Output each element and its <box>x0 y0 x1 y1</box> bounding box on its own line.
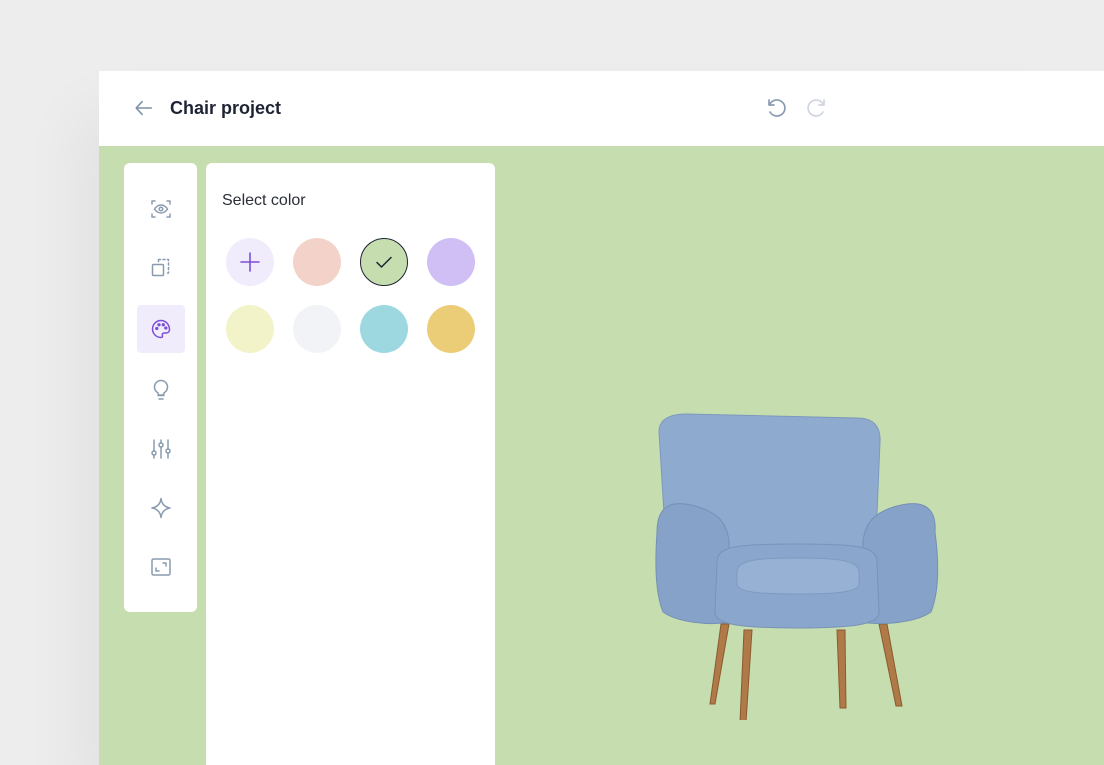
back-button[interactable] <box>132 96 156 120</box>
lightbulb-icon <box>153 379 169 400</box>
tool-resize[interactable] <box>137 243 185 291</box>
expand-icon <box>151 558 171 576</box>
panel-title: Select color <box>222 192 306 209</box>
armchair-image[interactable] <box>647 412 945 720</box>
swatch-mustard[interactable] <box>427 305 475 353</box>
swatch-light-gray[interactable] <box>293 305 341 353</box>
chair-cushion <box>736 557 860 595</box>
undo-button[interactable] <box>763 94 789 120</box>
tool-color[interactable] <box>137 305 185 353</box>
swatch-cream[interactable] <box>226 305 274 353</box>
palette-icon <box>151 319 171 339</box>
canvas[interactable]: Select color <box>99 146 1104 765</box>
checkmark-icon <box>376 256 392 268</box>
app-window: Chair project Select color <box>99 71 1104 765</box>
swatch-peach[interactable] <box>293 238 341 286</box>
tool-fullscreen[interactable] <box>137 543 185 591</box>
tool-adjust[interactable] <box>137 425 185 473</box>
color-panel: Select color <box>206 163 495 765</box>
eye-icon <box>151 200 171 218</box>
crop-icon <box>151 258 170 277</box>
sliders-icon <box>151 439 171 459</box>
arrow-left-icon <box>135 100 153 116</box>
sparkle-icon <box>151 497 171 519</box>
redo-icon <box>807 99 825 117</box>
tool-preview[interactable] <box>137 185 185 233</box>
header: Chair project <box>99 71 1104 146</box>
plus-icon <box>240 252 260 272</box>
tool-sidebar <box>124 163 197 612</box>
chair-legs <box>709 623 903 720</box>
swatch-cyan[interactable] <box>360 305 408 353</box>
page-title: Chair project <box>170 98 282 118</box>
swatch-lavender[interactable] <box>427 238 475 286</box>
undo-icon <box>768 99 786 117</box>
add-color-button[interactable] <box>226 238 274 286</box>
redo-button[interactable] <box>804 94 830 120</box>
tool-effects[interactable] <box>137 484 185 532</box>
tool-lighting[interactable] <box>137 366 185 414</box>
swatch-green[interactable] <box>360 238 408 286</box>
